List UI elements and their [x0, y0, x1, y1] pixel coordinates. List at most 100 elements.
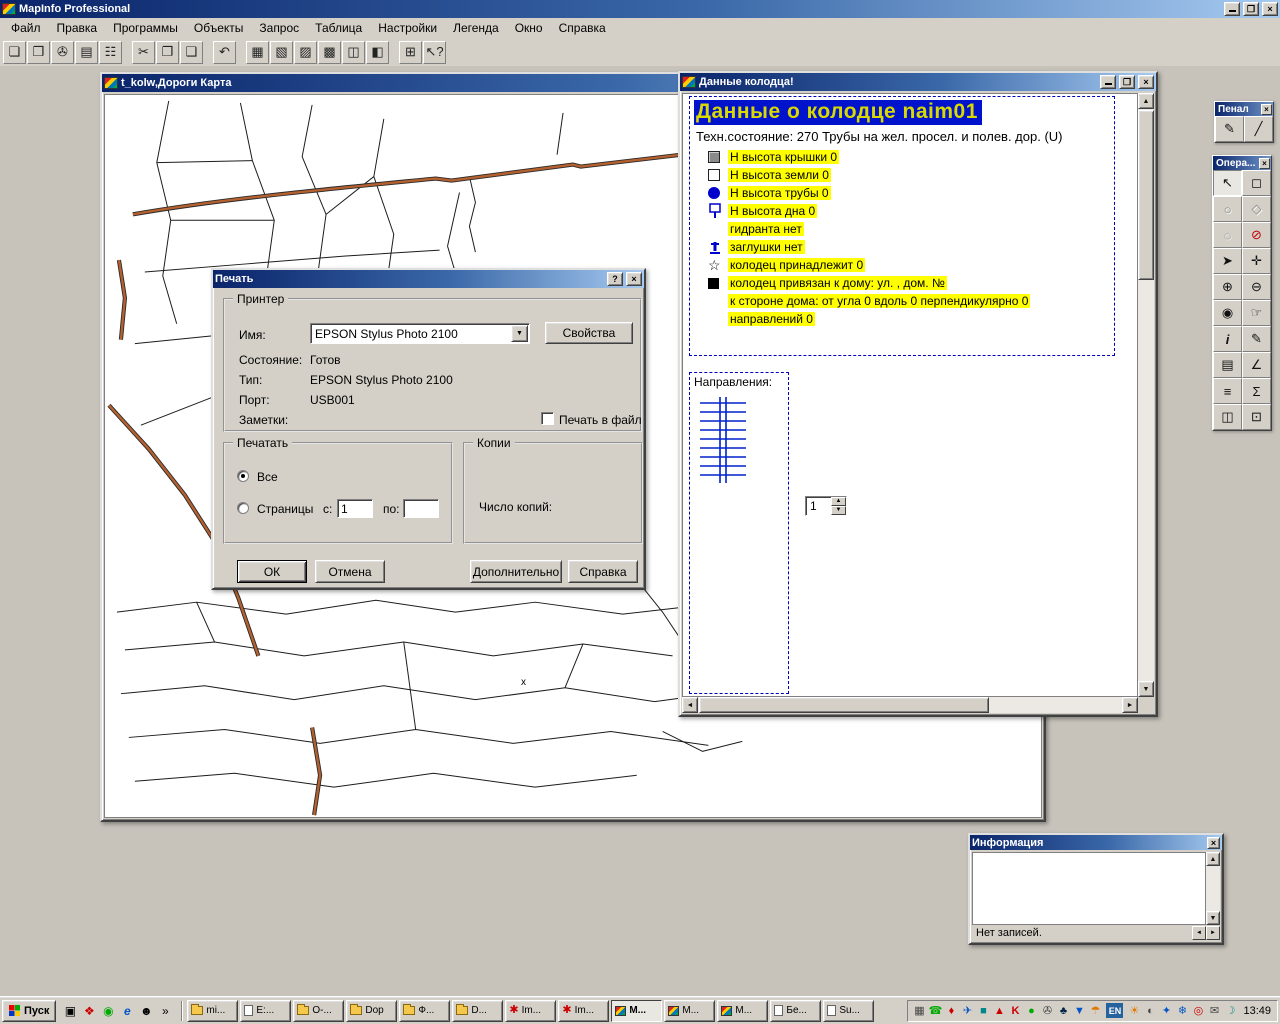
change-view-tool[interactable]: ◉	[1213, 300, 1242, 326]
marquee-select-tool[interactable]: ◻	[1242, 170, 1271, 196]
polygon-select-tool[interactable]: ◇	[1242, 196, 1271, 222]
properties-button[interactable]: Свойства	[545, 322, 633, 344]
open-workspace-icon[interactable]: ✇	[51, 41, 74, 64]
well-window-titlebar[interactable]: Данные колодца! ❐ ×	[680, 73, 1156, 91]
ruler-tool[interactable]: ∠	[1242, 352, 1271, 378]
line-tool[interactable]: ╱	[1244, 116, 1273, 142]
advanced-button[interactable]: Дополнительно	[470, 560, 562, 583]
help-pointer-icon[interactable]: ↖?	[423, 41, 446, 64]
district-tool[interactable]: ◫	[1213, 404, 1242, 430]
undo-icon[interactable]: ↶	[213, 41, 236, 64]
tray-icon[interactable]: ✇	[1040, 1004, 1054, 1017]
statistics-tool[interactable]: Σ	[1242, 378, 1271, 404]
label-tool[interactable]: ✎	[1242, 326, 1271, 352]
zoom-in-tool[interactable]: ⊕	[1213, 274, 1242, 300]
menu-file[interactable]: Файл	[3, 19, 49, 37]
menu-table[interactable]: Таблица	[307, 19, 370, 37]
dialog-close-button[interactable]: ×	[626, 272, 642, 286]
unselect-all-tool[interactable]: ◌	[1213, 222, 1242, 248]
quick-launch-icon[interactable]: ❖	[81, 1004, 97, 1018]
quick-launch-icon[interactable]: ▣	[62, 1004, 78, 1018]
scroll-down-icon[interactable]: ▼	[1138, 681, 1154, 697]
tray-icon[interactable]: ▲	[992, 1005, 1006, 1017]
graph-select-tool[interactable]: ➤	[1213, 248, 1242, 274]
scroll-left-icon[interactable]: ◄	[1192, 926, 1206, 940]
info-tool[interactable]: i	[1213, 326, 1242, 352]
pencil-toolbar-titlebar[interactable]: Пенал ×	[1215, 102, 1273, 116]
taskbar-window-button[interactable]: E:...	[240, 1000, 291, 1022]
tray-icon[interactable]: ✈	[960, 1004, 974, 1017]
copies-stepper[interactable]: 1 ▲ ▼	[805, 496, 847, 516]
taskbar-window-button[interactable]: Dop	[346, 1000, 397, 1022]
info-vertical-scrollbar[interactable]: ▲ ▼	[1206, 852, 1220, 925]
tray-icon[interactable]: ■	[976, 1005, 990, 1017]
menu-help[interactable]: Справка	[551, 19, 614, 37]
horizontal-scrollbar[interactable]: ◄ ►	[682, 697, 1138, 713]
radius-select-tool[interactable]: ○	[1213, 196, 1242, 222]
tray-icon[interactable]: ☀	[1127, 1004, 1141, 1017]
tray-icon[interactable]: ●	[1024, 1005, 1038, 1017]
invert-selection-tool[interactable]: ⊘	[1242, 222, 1271, 248]
menu-options[interactable]: Настройки	[370, 19, 445, 37]
taskbar-window-button[interactable]: ✱Im...	[558, 1000, 609, 1022]
range-all-radio[interactable]	[237, 470, 249, 482]
cancel-button[interactable]: Отмена	[315, 560, 385, 583]
taskbar-window-button[interactable]: mi...	[187, 1000, 238, 1022]
zoom-out-tool[interactable]: ⊖	[1242, 274, 1271, 300]
scroll-up-icon[interactable]: ▲	[1206, 852, 1220, 866]
tray-icon[interactable]: ☽	[1223, 1004, 1237, 1017]
spinner-up-icon[interactable]: ▲	[831, 497, 846, 506]
tray-icon[interactable]: ☎	[928, 1004, 942, 1017]
menu-edit[interactable]: Правка	[49, 19, 106, 37]
close-icon[interactable]: ×	[1259, 158, 1270, 169]
tray-icon[interactable]: ☂	[1088, 1004, 1102, 1017]
hotlink-icon[interactable]: ◧	[366, 41, 389, 64]
clip-region-icon[interactable]: ⊞	[399, 41, 422, 64]
dialog-help-button[interactable]: ?	[607, 272, 623, 286]
scroll-down-icon[interactable]: ▼	[1206, 911, 1220, 925]
close-button[interactable]: ×	[1262, 2, 1278, 16]
print-to-file-checkbox[interactable]	[541, 412, 554, 425]
bluetooth-icon[interactable]: ❄	[1175, 1004, 1189, 1017]
menu-query[interactable]: Запрос	[251, 19, 307, 37]
new-layout-icon[interactable]: ▩	[318, 41, 341, 64]
drag-map-tool[interactable]: ▤	[1213, 352, 1242, 378]
pages-from-input[interactable]: 1	[337, 499, 373, 518]
info-horizontal-scrollbar[interactable]: ◄ ►	[1192, 926, 1220, 940]
operations-toolbar-titlebar[interactable]: Опера... ×	[1213, 156, 1271, 170]
print-dialog-titlebar[interactable]: Печать ? ×	[213, 270, 644, 288]
taskbar-window-button[interactable]: Ф...	[399, 1000, 450, 1022]
tray-icon[interactable]: ♦	[944, 1005, 958, 1017]
range-pages-radio[interactable]	[237, 502, 249, 514]
well-maximize-button[interactable]: ❐	[1119, 75, 1135, 89]
minimize-button[interactable]	[1224, 2, 1240, 16]
main-titlebar[interactable]: MapInfo Professional ❐ ×	[0, 0, 1280, 18]
cut-icon[interactable]: ✂	[132, 41, 155, 64]
taskbar-window-button[interactable]: Бе...	[770, 1000, 821, 1022]
start-button[interactable]: Пуск	[2, 1000, 56, 1022]
menu-programs[interactable]: Программы	[105, 19, 186, 37]
tray-icon[interactable]: ▦	[912, 1004, 926, 1017]
tray-icon[interactable]: ◎	[1191, 1004, 1205, 1017]
close-icon[interactable]: ×	[1261, 104, 1272, 115]
new-grapher-icon[interactable]: ▨	[294, 41, 317, 64]
taskbar-window-button[interactable]: M...	[717, 1000, 768, 1022]
pan-tool[interactable]: ☞	[1242, 300, 1271, 326]
vertical-scroll-thumb[interactable]	[1138, 110, 1154, 280]
quick-launch-more-icon[interactable]: »	[157, 1004, 173, 1018]
print-icon[interactable]: ☷	[99, 41, 122, 64]
crosshair-tool[interactable]: ✛	[1242, 248, 1271, 274]
new-redistricter-icon[interactable]: ◫	[342, 41, 365, 64]
clip-tool[interactable]: ⊡	[1242, 404, 1271, 430]
select-tool[interactable]: ↖	[1213, 170, 1242, 196]
taskbar-clock[interactable]: 13:49	[1243, 1005, 1271, 1017]
tray-icon[interactable]: ♣	[1056, 1005, 1070, 1017]
menu-objects[interactable]: Объекты	[186, 19, 252, 37]
quick-launch-icon[interactable]: ◉	[100, 1004, 116, 1018]
layer-control-tool[interactable]: ≡	[1213, 378, 1242, 404]
paste-icon[interactable]: ❑	[180, 41, 203, 64]
taskbar-window-button[interactable]: Su...	[823, 1000, 874, 1022]
new-browser-icon[interactable]: ▦	[246, 41, 269, 64]
scroll-right-icon[interactable]: ►	[1206, 926, 1220, 940]
spinner-down-icon[interactable]: ▼	[831, 506, 846, 515]
